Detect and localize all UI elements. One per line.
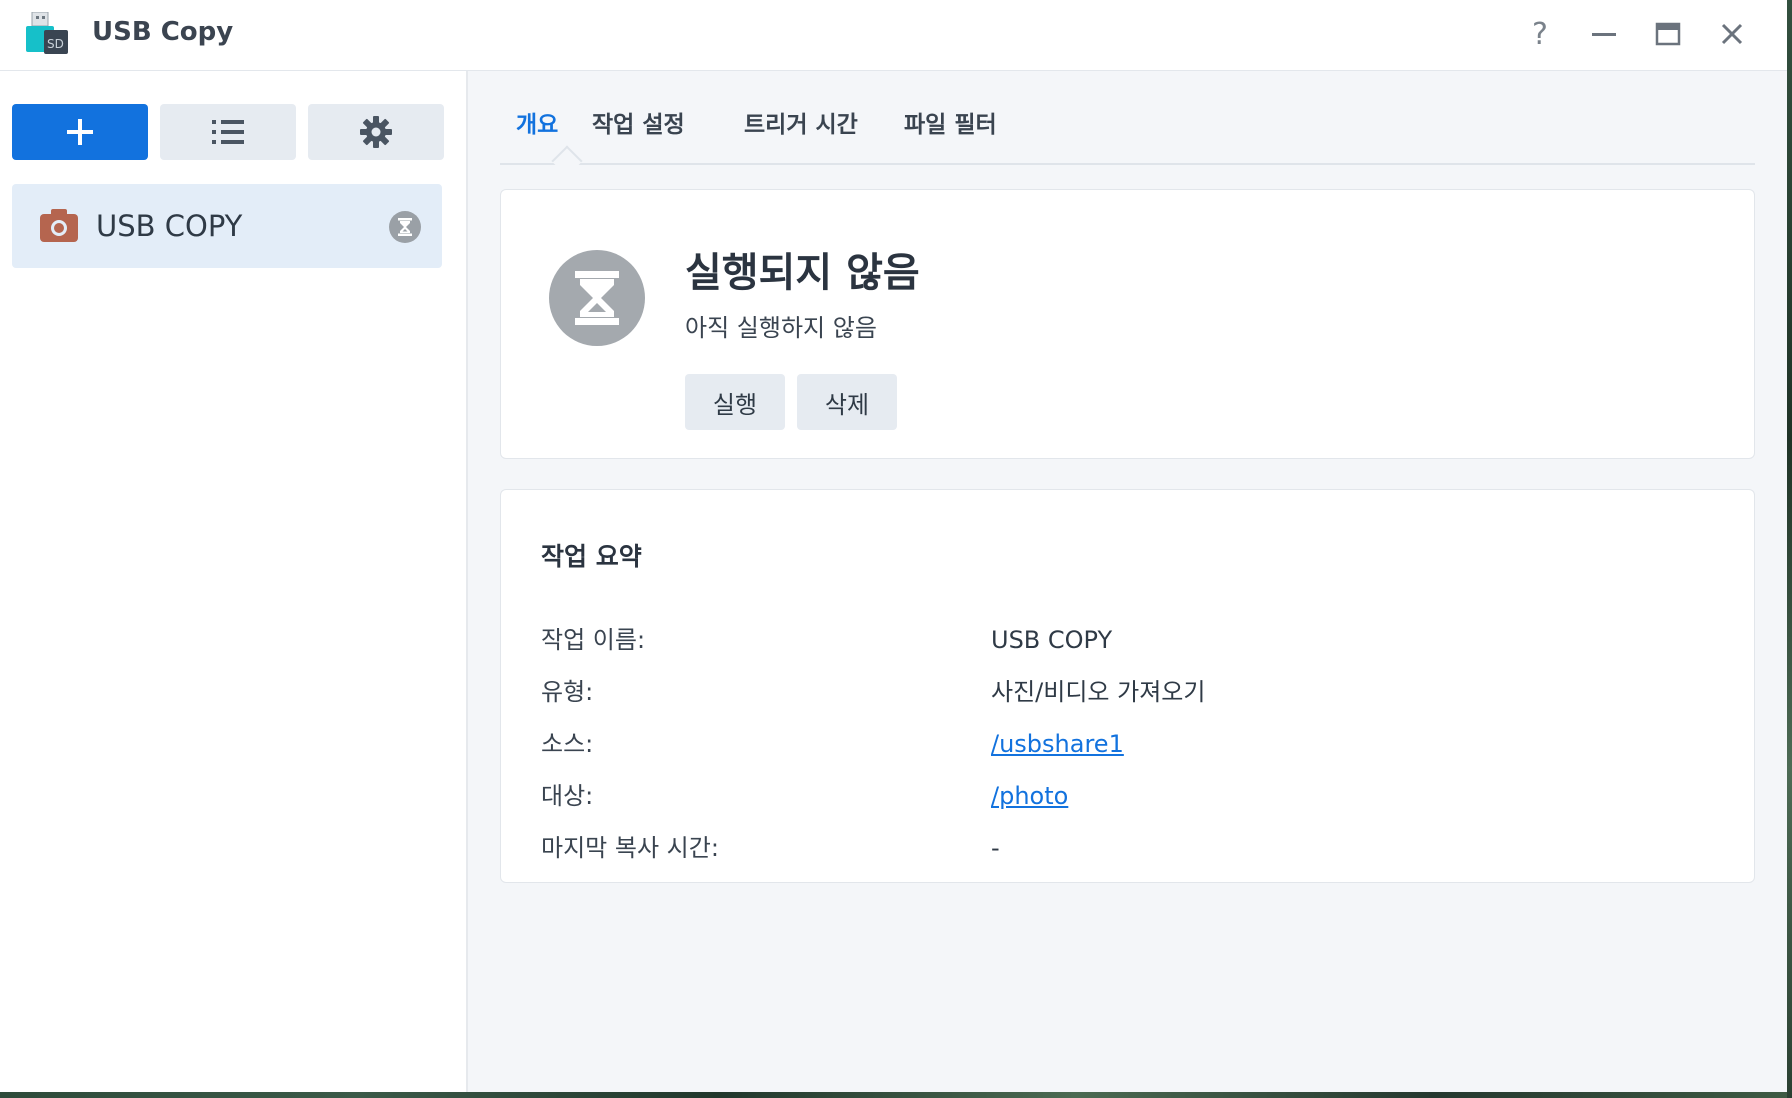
summary-value-source-link[interactable]: /usbshare1 bbox=[991, 728, 1124, 760]
desktop-background-right bbox=[1787, 0, 1792, 1098]
tab-trigger-time[interactable]: 트리거 시간 bbox=[744, 109, 858, 141]
task-list-button[interactable] bbox=[160, 104, 296, 160]
summary-title: 작업 요약 bbox=[541, 542, 642, 571]
task-item-label: USB COPY bbox=[96, 209, 243, 243]
minimize-button[interactable] bbox=[1584, 14, 1624, 54]
main-panel: 개요 작업 설정 트리거 시간 파일 필터 실행되지 않음 아직 실행하지 않음… bbox=[468, 71, 1787, 1092]
summary-label-last-copy: 마지막 복사 시간: bbox=[541, 834, 719, 862]
close-button[interactable] bbox=[1712, 14, 1752, 54]
camera-icon bbox=[40, 209, 78, 242]
help-button[interactable]: ? bbox=[1520, 14, 1560, 54]
usb-sd-icon: SD bbox=[26, 12, 68, 54]
hourglass-icon bbox=[549, 250, 645, 346]
maximize-button[interactable] bbox=[1648, 14, 1688, 54]
status-card: 실행되지 않음 아직 실행하지 않음 실행 삭제 bbox=[500, 189, 1755, 459]
list-icon bbox=[212, 120, 244, 144]
task-item-usb-copy[interactable]: USB COPY bbox=[12, 184, 442, 268]
tab-bar: 개요 작업 설정 트리거 시간 파일 필터 bbox=[500, 71, 1755, 177]
plus-icon bbox=[67, 119, 93, 145]
gear-icon bbox=[360, 116, 392, 148]
app-title: USB Copy bbox=[92, 17, 234, 47]
tab-overview[interactable]: 개요 bbox=[516, 109, 558, 141]
summary-label-source: 소스: bbox=[541, 730, 594, 758]
tab-file-filter[interactable]: 파일 필터 bbox=[904, 109, 997, 141]
active-tab-indicator bbox=[551, 145, 583, 177]
delete-button[interactable]: 삭제 bbox=[797, 374, 897, 430]
status-subtitle: 아직 실행하지 않음 bbox=[685, 314, 877, 342]
summary-value-task-name: USB COPY bbox=[991, 626, 1113, 654]
question-icon: ? bbox=[1532, 16, 1548, 52]
maximize-icon bbox=[1655, 22, 1681, 46]
minimize-icon bbox=[1592, 33, 1616, 36]
desktop-background-bottom bbox=[0, 1092, 1792, 1098]
sidebar: USB COPY bbox=[0, 71, 468, 1092]
run-button[interactable]: 실행 bbox=[685, 374, 785, 430]
summary-label-task-name: 작업 이름: bbox=[541, 626, 646, 654]
tab-task-settings[interactable]: 작업 설정 bbox=[592, 109, 685, 141]
summary-label-destination: 대상: bbox=[541, 782, 594, 810]
summary-value-type: 사진/비디오 가져오기 bbox=[991, 678, 1206, 706]
usb-copy-window: SD USB Copy ? USB COPY 개요 작업 설정 트리거 시간 파… bbox=[0, 0, 1787, 1092]
settings-button[interactable] bbox=[308, 104, 444, 160]
hourglass-icon bbox=[389, 211, 421, 243]
summary-card: 작업 요약 작업 이름: USB COPY 유형: 사진/비디오 가져오기 소스… bbox=[500, 489, 1755, 883]
add-task-button[interactable] bbox=[12, 104, 148, 160]
svg-text:SD: SD bbox=[47, 37, 64, 51]
title-bar: SD USB Copy ? bbox=[0, 0, 1787, 71]
status-title: 실행되지 않음 bbox=[685, 250, 920, 296]
summary-value-last-copy: - bbox=[991, 834, 1000, 862]
close-icon bbox=[1721, 23, 1743, 45]
summary-value-destination-link[interactable]: /photo bbox=[991, 780, 1068, 812]
summary-label-type: 유형: bbox=[541, 678, 594, 706]
